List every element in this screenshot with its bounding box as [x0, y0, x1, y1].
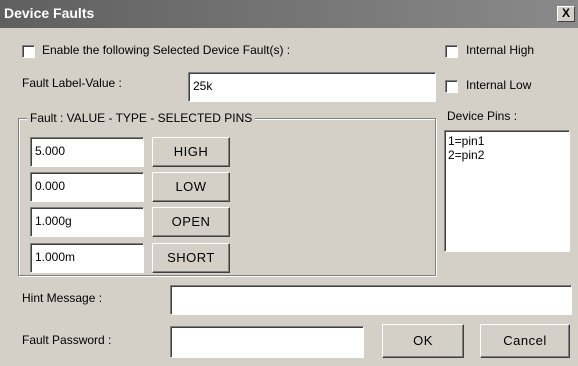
ok-button[interactable]: OK: [382, 324, 464, 358]
hint-message-input[interactable]: [170, 285, 572, 315]
internal-low-checkbox[interactable]: [445, 80, 458, 93]
device-pins-list[interactable]: 1=pin1 2=pin2: [444, 130, 570, 252]
fault-value-input[interactable]: 0.000: [30, 172, 144, 202]
close-icon: X: [561, 6, 570, 20]
fault-short-button[interactable]: SHORT: [152, 243, 230, 273]
internal-high-checkbox[interactable]: [445, 45, 458, 58]
device-faults-dialog: Device Faults X Enable the following Sel…: [0, 0, 578, 366]
fault-open-button[interactable]: OPEN: [152, 207, 230, 237]
list-item[interactable]: 1=pin1: [448, 134, 566, 148]
close-button[interactable]: X: [557, 6, 575, 22]
fault-value-input[interactable]: 1.000g: [30, 207, 144, 237]
window-title: Device Faults: [4, 5, 95, 21]
enable-faults-label: Enable the following Selected Device Fau…: [42, 43, 291, 57]
hint-message-label: Hint Message :: [22, 291, 103, 305]
fault-label-value-label: Fault Label-Value :: [22, 76, 122, 90]
fault-password-input[interactable]: [170, 326, 364, 358]
title-bar: Device Faults X: [0, 0, 578, 28]
internal-high-label: Internal High: [466, 43, 535, 57]
fault-label-value-input[interactable]: 25k: [188, 72, 436, 102]
device-pins-label: Device Pins :: [447, 109, 518, 123]
list-item[interactable]: 2=pin2: [448, 148, 566, 162]
internal-low-label: Internal Low: [466, 78, 532, 92]
fault-value-input[interactable]: 5.000: [30, 137, 144, 167]
fault-value-input[interactable]: 1.000m: [30, 243, 144, 273]
fault-low-button[interactable]: LOW: [152, 172, 230, 202]
fault-group-legend: Fault : VALUE - TYPE - SELECTED PINS: [27, 111, 256, 125]
cancel-button[interactable]: Cancel: [480, 324, 570, 358]
fault-high-button[interactable]: HIGH: [152, 137, 230, 167]
enable-faults-checkbox[interactable]: [22, 45, 35, 58]
fault-password-label: Fault Password :: [22, 333, 112, 347]
